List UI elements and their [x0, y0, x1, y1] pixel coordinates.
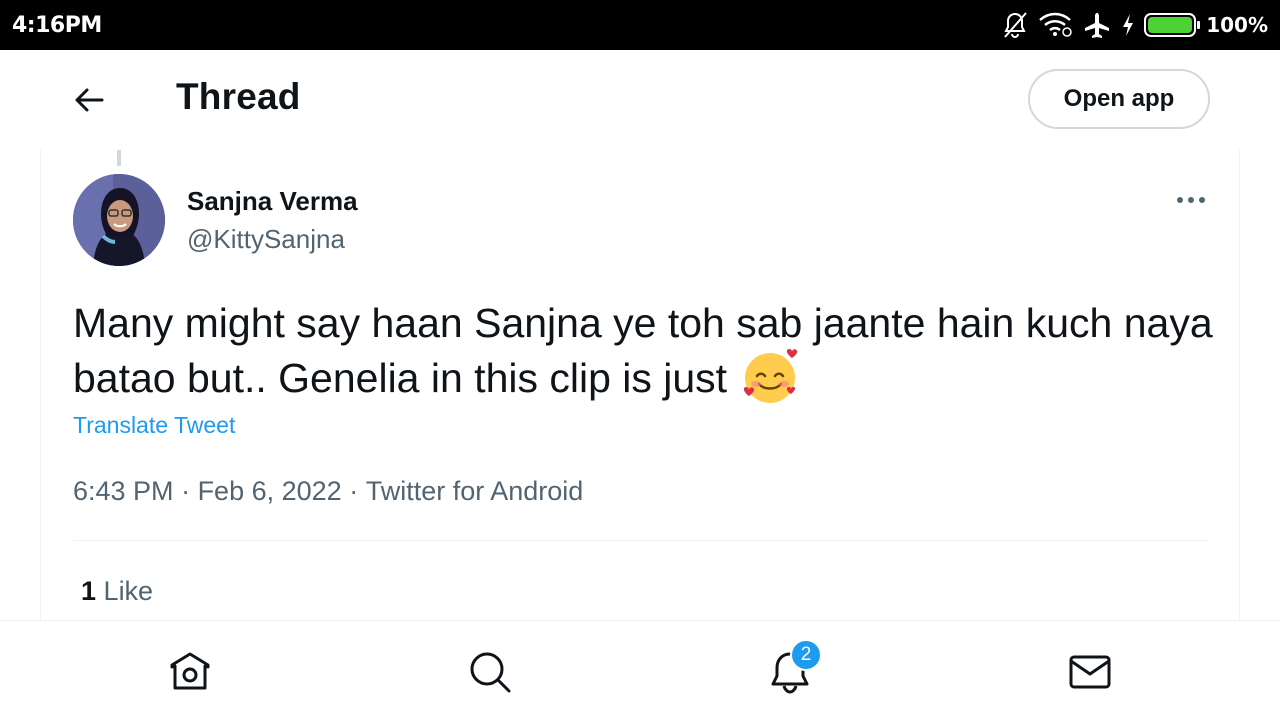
- more-horizontal-icon: [1176, 196, 1206, 204]
- bell-off-icon: [1002, 10, 1028, 40]
- charging-icon: [1122, 10, 1134, 40]
- battery-percent: 100%: [1206, 13, 1268, 37]
- status-time: 4:16PM: [12, 12, 102, 38]
- tweet-source[interactable]: Twitter for Android: [366, 476, 584, 507]
- smiling-face-with-hearts-icon: [742, 347, 800, 405]
- arrow-left-icon: [73, 87, 105, 113]
- avatar[interactable]: [73, 174, 165, 266]
- author-handle[interactable]: @KittySanjna: [187, 224, 345, 255]
- more-options-button[interactable]: [1171, 186, 1211, 214]
- tweet-text: Many might say haan Sanjna ye toh sab ja…: [73, 296, 1213, 406]
- likes-summary[interactable]: 1 Like: [81, 576, 153, 607]
- tweet-date[interactable]: Feb 6, 2022: [198, 476, 342, 507]
- bottom-navigation: 2: [0, 620, 1280, 720]
- battery-icon: [1144, 13, 1201, 37]
- notification-badge: 2: [790, 639, 822, 671]
- author-name[interactable]: Sanjna Verma: [187, 186, 358, 217]
- divider: [73, 540, 1209, 541]
- mail-icon: [1068, 650, 1112, 694]
- open-app-button[interactable]: Open app: [1028, 69, 1210, 129]
- meta-separator: ·: [341, 476, 366, 506]
- tweet-card: Sanjna Verma @KittySanjna Many might say…: [40, 150, 1240, 620]
- page-title: Thread: [176, 76, 301, 117]
- search-icon: [468, 650, 512, 694]
- back-button[interactable]: [64, 78, 114, 122]
- nav-messages[interactable]: [1067, 649, 1113, 695]
- thread-connector-line: [117, 150, 121, 166]
- nav-search[interactable]: [467, 649, 513, 695]
- top-bar: Thread Open app: [0, 50, 1280, 150]
- likes-label: Like: [103, 576, 154, 606]
- meta-separator: ·: [173, 476, 198, 506]
- likes-count: 1: [81, 576, 97, 606]
- translate-tweet-link[interactable]: Translate Tweet: [73, 412, 235, 439]
- tweet-time[interactable]: 6:43 PM: [73, 476, 174, 507]
- tweet-body: Many might say haan Sanjna ye toh sab ja…: [73, 300, 1213, 401]
- airplane-icon: [1082, 10, 1112, 40]
- wifi-icon: [1038, 10, 1072, 40]
- nav-home[interactable]: [167, 649, 213, 695]
- status-icons: 100%: [1002, 10, 1268, 40]
- home-icon: [168, 650, 212, 694]
- tweet-meta: 6:43 PM · Feb 6, 2022 · Twitter for Andr…: [73, 476, 583, 507]
- status-bar: 4:16PM 100%: [0, 0, 1280, 50]
